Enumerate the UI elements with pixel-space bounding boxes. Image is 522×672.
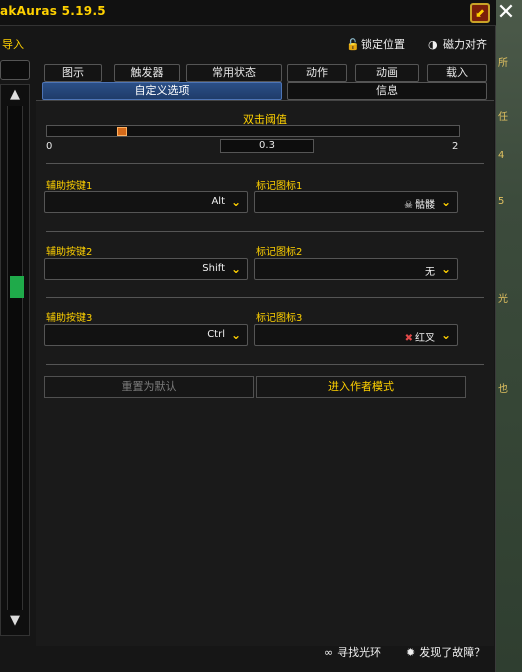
modifier-key-1-dropdown[interactable]: Alt ⌄ [44,191,248,213]
chevron-down-icon[interactable]: ⌄ [438,261,454,277]
chevron-down-icon[interactable]: ⌄ [228,194,244,210]
chevron-down-icon[interactable]: ⌄ [228,327,244,343]
game-world-background: 所 任 4 5 光 也 [496,0,522,672]
find-auras-button[interactable]: ∞ 寻找光环 [324,644,381,660]
modifier-key-3-value: Ctrl [207,329,225,340]
reset-to-default-button[interactable]: 重置为默认 [44,376,254,398]
mark-icon-2-value: 无 [425,267,435,278]
mark-icon-3-dropdown[interactable]: ✖ 红叉 ⌄ [254,324,458,346]
mark-icon-1-label: 标记图标1 [256,181,303,192]
tab-actions[interactable]: 动作 [287,64,347,82]
glasses-icon: ∞ [324,646,334,659]
tab-display[interactable]: 图示 [44,64,102,82]
modifier-key-3-label: 辅助按键3 [46,313,93,324]
custom-options-panel: 双击阈值 0 0.3 2 辅助按键1 标记图标1 Alt ⌄ ☠ 骷髅 ⌄ 辅助按… [36,100,494,646]
lock-icon: 🔓 [346,38,360,51]
modifier-key-2-label: 辅助按键2 [46,247,93,258]
chevron-up-icon: ▲ [10,87,20,102]
red-cross-icon: ✖ [404,333,413,344]
tab-trigger[interactable]: 触发器 [114,64,180,82]
scroll-thumb[interactable] [10,276,24,298]
tab-information[interactable]: 信息 [287,82,487,100]
aura-list-scrollbar[interactable]: ▲ ▼ [5,86,25,632]
threshold-min-label: 0 [46,141,53,152]
chevron-down-icon[interactable]: ⌄ [438,327,454,343]
threshold-slider-thumb[interactable] [117,127,127,136]
mark-icon-2-label: 标记图标2 [256,247,303,258]
skull-icon: ☠ [404,200,413,211]
report-bug-button[interactable]: ✹ 发现了故障？ [406,644,485,660]
magnetic-align-label: 磁力对齐 [443,38,487,51]
modifier-key-2-dropdown[interactable]: Shift ⌄ [44,258,248,280]
tab-conditions[interactable]: 常用状态 [186,64,282,82]
lock-position-label: 锁定位置 [361,38,405,51]
chevron-down-icon[interactable]: ⌄ [438,194,454,210]
modifier-key-2-value: Shift [202,263,225,274]
tab-load[interactable]: 载入 [427,64,487,82]
modifier-key-1-value: Alt [211,196,225,207]
bug-icon: ✹ [406,646,416,659]
mark-icon-3-value: 红叉 [415,333,435,344]
title-bar[interactable]: akAuras 5.19.5 ⬋ [0,0,496,26]
divider [46,163,484,164]
chevron-down-icon[interactable]: ⌄ [228,261,244,277]
divider [46,231,484,232]
report-bug-label: 发现了故障？ [419,646,486,659]
threshold-slider[interactable] [46,125,460,137]
mark-icon-2-dropdown[interactable]: 无 ⌄ [254,258,458,280]
aura-search-input[interactable] [0,60,30,80]
magnetic-align-toggle[interactable]: ◑ 磁力对齐 [428,36,487,54]
divider [46,297,484,298]
threshold-max-label: 2 [452,141,459,152]
find-auras-label: 寻找光环 [337,646,382,659]
tab-custom-options[interactable]: 自定义选项 [42,82,282,100]
mark-icon-1-dropdown[interactable]: ☠ 骷髅 ⌄ [254,191,458,213]
modifier-key-3-dropdown[interactable]: Ctrl ⌄ [44,324,248,346]
magnet-icon: ◑ [428,38,438,51]
close-icon: ✕ [496,0,516,25]
scroll-up-button[interactable]: ▲ [5,86,25,104]
lock-position-toggle[interactable]: 🔓锁定位置 [346,36,405,54]
minimize-arrow-icon: ⬋ [474,6,486,20]
threshold-value-input[interactable]: 0.3 [220,139,314,153]
enter-author-mode-button[interactable]: 进入作者模式 [256,376,466,398]
chevron-down-icon: ▼ [10,613,20,628]
window-title: akAuras 5.19.5 [0,4,106,18]
minimize-button[interactable]: ⬋ [470,3,490,23]
scroll-track[interactable] [7,106,24,610]
tab-animations[interactable]: 动画 [355,64,419,82]
import-button[interactable]: 导入 [2,36,24,54]
divider [46,364,484,365]
mark-icon-1-value: 骷髅 [415,200,435,211]
close-button[interactable]: ✕ [494,2,518,26]
scroll-down-button[interactable]: ▼ [5,612,25,630]
mark-icon-3-label: 标记图标3 [256,313,303,324]
weakauras-options-window: akAuras 5.19.5 ⬋ 导入 🔓锁定位置 ◑ 磁力对齐 ▲ ▼ 图示 触… [0,0,496,672]
modifier-key-1-label: 辅助按键1 [46,181,93,192]
